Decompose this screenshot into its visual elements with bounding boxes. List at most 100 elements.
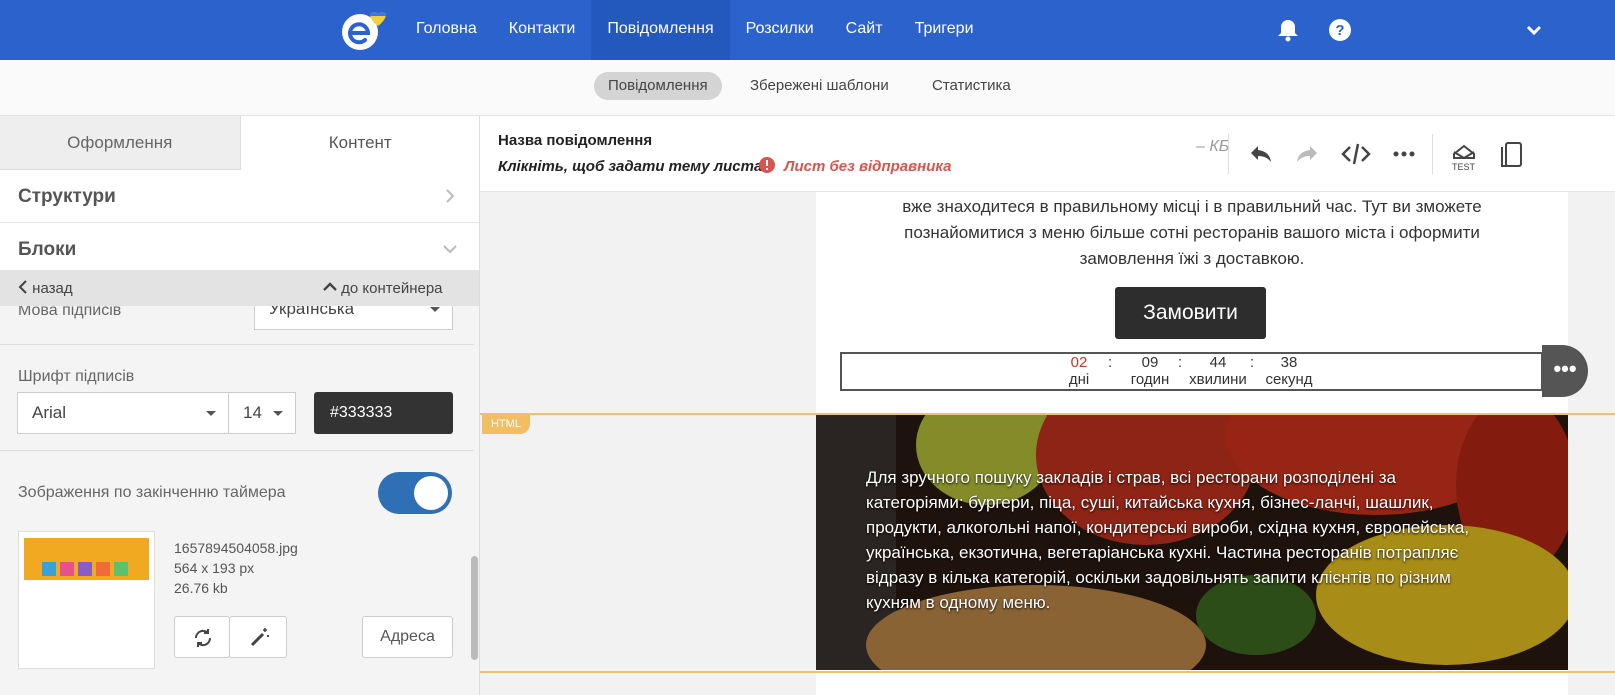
tab-content[interactable]: Контент	[239, 116, 479, 170]
divider	[1432, 134, 1433, 174]
timer-days-value: 02	[1070, 354, 1088, 371]
font-family-select[interactable]: Arial	[17, 392, 229, 434]
order-button[interactable]: Замовити	[1115, 287, 1266, 339]
timer-days: 02 дні	[1060, 354, 1098, 388]
nav-home[interactable]: Головна	[400, 0, 493, 60]
email-editor: Назва повідомлення Клікніть, щоб задати …	[480, 116, 1615, 695]
banner-text: Для зручного пошуку закладів і страв, вс…	[866, 468, 1470, 612]
intro-line: замовлення їжі з доставкою.	[1079, 249, 1305, 268]
chevron-right-icon	[442, 188, 458, 204]
timer-seconds-value: 38	[1280, 354, 1298, 371]
code-icon[interactable]	[1340, 138, 1372, 170]
settings-panel: Оформлення Контент Структури Блоки Мова …	[0, 116, 480, 695]
mobile-preview-icon[interactable]	[1496, 138, 1528, 170]
toggle-knob	[414, 476, 448, 510]
chevron-up-icon	[323, 282, 337, 291]
editor-header: Назва повідомлення Клікніть, щоб задати …	[480, 116, 1615, 192]
test-label: TEST	[1452, 162, 1476, 172]
divider	[1228, 134, 1229, 174]
timer-hours: 09 годин	[1122, 354, 1178, 388]
chevron-down-icon[interactable]	[1520, 16, 1548, 44]
timer-minutes-value: 44	[1209, 354, 1227, 371]
font-color-value: #333333	[330, 404, 393, 421]
font-color-picker[interactable]: #333333	[314, 392, 453, 434]
subnav-statistics[interactable]: Статистика	[918, 72, 1025, 100]
undo-icon[interactable]	[1246, 138, 1278, 170]
timer-separator: :	[1108, 354, 1113, 371]
message-size: – КБ	[1196, 138, 1230, 155]
chevron-down-icon	[442, 241, 458, 257]
subnav-messages[interactable]: Повідомлення	[594, 72, 722, 100]
app-logo[interactable]	[338, 8, 398, 52]
test-send-icon[interactable]: TEST	[1448, 138, 1480, 172]
timer-days-unit: дні	[1068, 371, 1090, 388]
nav-triggers[interactable]: Тригери	[899, 0, 990, 60]
countdown-timer[interactable]: 02 дні : 09 годин : 44 хвилини : 38 секу…	[840, 352, 1543, 391]
nav-campaigns[interactable]: Розсилки	[730, 0, 830, 60]
timer-image-label: Зображення по закінченню таймера	[18, 484, 286, 501]
intro-line: вже знаходитеся в правильному місці і в …	[902, 197, 1482, 216]
main-nav: Головна Контакти Повідомлення Розсилки С…	[400, 0, 990, 60]
subject-prompt[interactable]: Клікніть, щоб задати тему листа	[498, 158, 762, 175]
to-container-link[interactable]: до контейнера	[323, 280, 443, 297]
html-block-tag: HTML	[482, 414, 530, 434]
navigation-bar: назад до контейнера	[0, 270, 479, 306]
sub-navigation: Повідомлення Збережені шаблони Статистик…	[0, 60, 1615, 116]
block-more-button[interactable]: •••	[1542, 345, 1588, 397]
caret-down-icon	[430, 307, 440, 312]
timer-image-size: 26.76 kb	[174, 580, 228, 596]
back-link-label: назад	[32, 280, 73, 297]
timer-hours-value: 09	[1141, 354, 1159, 371]
tab-design[interactable]: Оформлення	[0, 116, 240, 170]
replace-image-button[interactable]	[174, 616, 230, 658]
help-icon[interactable]: ?	[1326, 16, 1354, 44]
message-title[interactable]: Назва повідомлення	[498, 132, 652, 149]
caret-down-icon	[273, 411, 283, 416]
nav-site[interactable]: Сайт	[830, 0, 899, 60]
caret-down-icon	[206, 411, 216, 416]
timer-image-filename: 1657894504058.jpg	[174, 540, 298, 556]
timer-image-dimensions: 564 x 193 px	[174, 560, 255, 576]
font-size-select[interactable]: 14	[228, 392, 296, 434]
address-button[interactable]: Адреса	[362, 616, 453, 658]
nav-messages[interactable]: Повідомлення	[591, 0, 730, 60]
magic-wand-icon	[250, 628, 269, 647]
nav-contacts[interactable]: Контакти	[493, 0, 592, 60]
chevron-left-icon	[18, 280, 27, 294]
divider	[0, 344, 474, 345]
font-family-value: Arial	[32, 403, 67, 422]
timer-seconds: 38 секунд	[1258, 354, 1320, 388]
timer-image-toggle[interactable]	[378, 472, 452, 514]
subnav-saved-templates[interactable]: Збережені шаблони	[736, 72, 903, 100]
accordion-structures-label: Структури	[18, 186, 116, 207]
sender-warning: Лист без відправника	[758, 156, 952, 175]
timer-image-thumbnail[interactable]	[18, 531, 155, 669]
accordion-structures[interactable]: Структури	[0, 170, 479, 223]
bell-icon[interactable]	[1274, 16, 1302, 44]
redo-icon[interactable]	[1290, 138, 1322, 170]
timer-seconds-unit: секунд	[1265, 371, 1313, 388]
back-link[interactable]: назад	[18, 280, 73, 297]
warning-icon	[759, 157, 775, 173]
divider	[0, 450, 474, 451]
top-navigation-bar: Головна Контакти Повідомлення Розсилки С…	[0, 0, 1615, 60]
intro-paragraph[interactable]: вже знаходитеся в правильному місці і в …	[816, 194, 1568, 272]
signature-font-label: Шрифт підписів	[18, 368, 135, 385]
accordion-blocks[interactable]: Блоки	[0, 223, 479, 276]
banner-block[interactable]: Для зручного пошуку закладів і страв, вс…	[816, 415, 1568, 670]
more-options-icon[interactable]	[1388, 138, 1420, 170]
block-selection-bottom	[480, 671, 1615, 673]
timer-separator: :	[1250, 354, 1255, 371]
sender-warning-text: Лист без відправника	[784, 158, 952, 175]
panel-tabs: Оформлення Контент	[0, 116, 479, 170]
panel-scrollbar[interactable]	[471, 556, 478, 660]
intro-line: познайомитися з меню більше сотні рестор…	[904, 223, 1480, 242]
timer-hours-unit: годин	[1130, 371, 1170, 388]
font-size-value: 14	[243, 403, 262, 422]
edit-image-button[interactable]	[229, 616, 287, 658]
svg-text:?: ?	[1335, 22, 1344, 39]
accordion-blocks-label: Блоки	[18, 239, 77, 260]
refresh-icon	[194, 629, 212, 647]
block-settings: Мова підписів Українська Шрифт підписів …	[0, 288, 474, 695]
timer-minutes-unit: хвилини	[1189, 371, 1247, 388]
